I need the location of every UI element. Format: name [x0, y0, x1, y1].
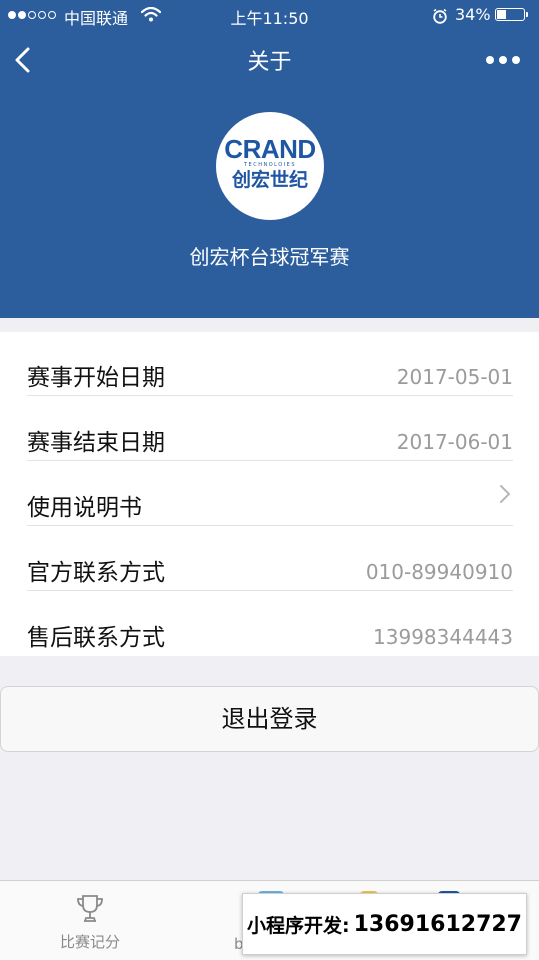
- event-name: 创宏杯台球冠军赛: [189, 245, 350, 269]
- tab-label: 比赛记分: [59, 933, 120, 951]
- info-value: 13998344443: [373, 625, 513, 649]
- info-row-start-date: 赛事开始日期 2017-05-01: [27, 332, 513, 396]
- chevron-right-icon: [500, 485, 510, 503]
- more-dots-icon[interactable]: [485, 48, 521, 72]
- info-value: 2017-05-01: [396, 365, 513, 389]
- info-row-user-manual[interactable]: 使用说明书: [27, 462, 513, 526]
- info-row-after-sales-contact[interactable]: 售后联系方式 13998344443: [27, 592, 513, 656]
- promo-prefix: 小程序开发:: [247, 914, 350, 937]
- logo-chinese-text: 创宏世纪: [231, 169, 308, 191]
- info-label: 赛事开始日期: [27, 365, 165, 391]
- logout-button[interactable]: 退出登录: [0, 686, 539, 752]
- promo-phone: 13691612727: [353, 911, 522, 937]
- trophy-icon: [77, 895, 103, 922]
- navigation-bar: 关于: [0, 30, 539, 90]
- page-title: 关于: [247, 50, 292, 75]
- battery-percentage: 34%: [455, 5, 491, 24]
- battery-icon: [495, 8, 528, 21]
- header: 中国联通 上午11:50 34% 关于 CRAND TECHNOLOIES 创宏…: [0, 0, 539, 318]
- info-label: 赛事结束日期: [27, 430, 165, 456]
- info-row-end-date: 赛事结束日期 2017-06-01: [27, 397, 513, 461]
- info-label: 售后联系方式: [27, 625, 165, 651]
- tab-match-score[interactable]: 比赛记分: [45, 887, 135, 957]
- info-label: 官方联系方式: [27, 560, 165, 586]
- status-bar: 中国联通 上午11:50 34%: [0, 0, 539, 30]
- info-list: 赛事开始日期 2017-05-01 赛事结束日期 2017-06-01 使用说明…: [0, 332, 539, 656]
- info-value: 2017-06-01: [396, 430, 513, 454]
- info-value: 010-89940910: [365, 560, 513, 584]
- promo-banner: 小程序开发: 13691612727: [242, 893, 527, 955]
- crand-logo: CRAND TECHNOLOIES 创宏世纪: [216, 112, 324, 220]
- logo-english-text: CRAND: [224, 134, 316, 164]
- info-label: 使用说明书: [27, 495, 142, 521]
- info-row-official-contact[interactable]: 官方联系方式 010-89940910: [27, 527, 513, 591]
- alarm-clock-icon: [433, 8, 447, 24]
